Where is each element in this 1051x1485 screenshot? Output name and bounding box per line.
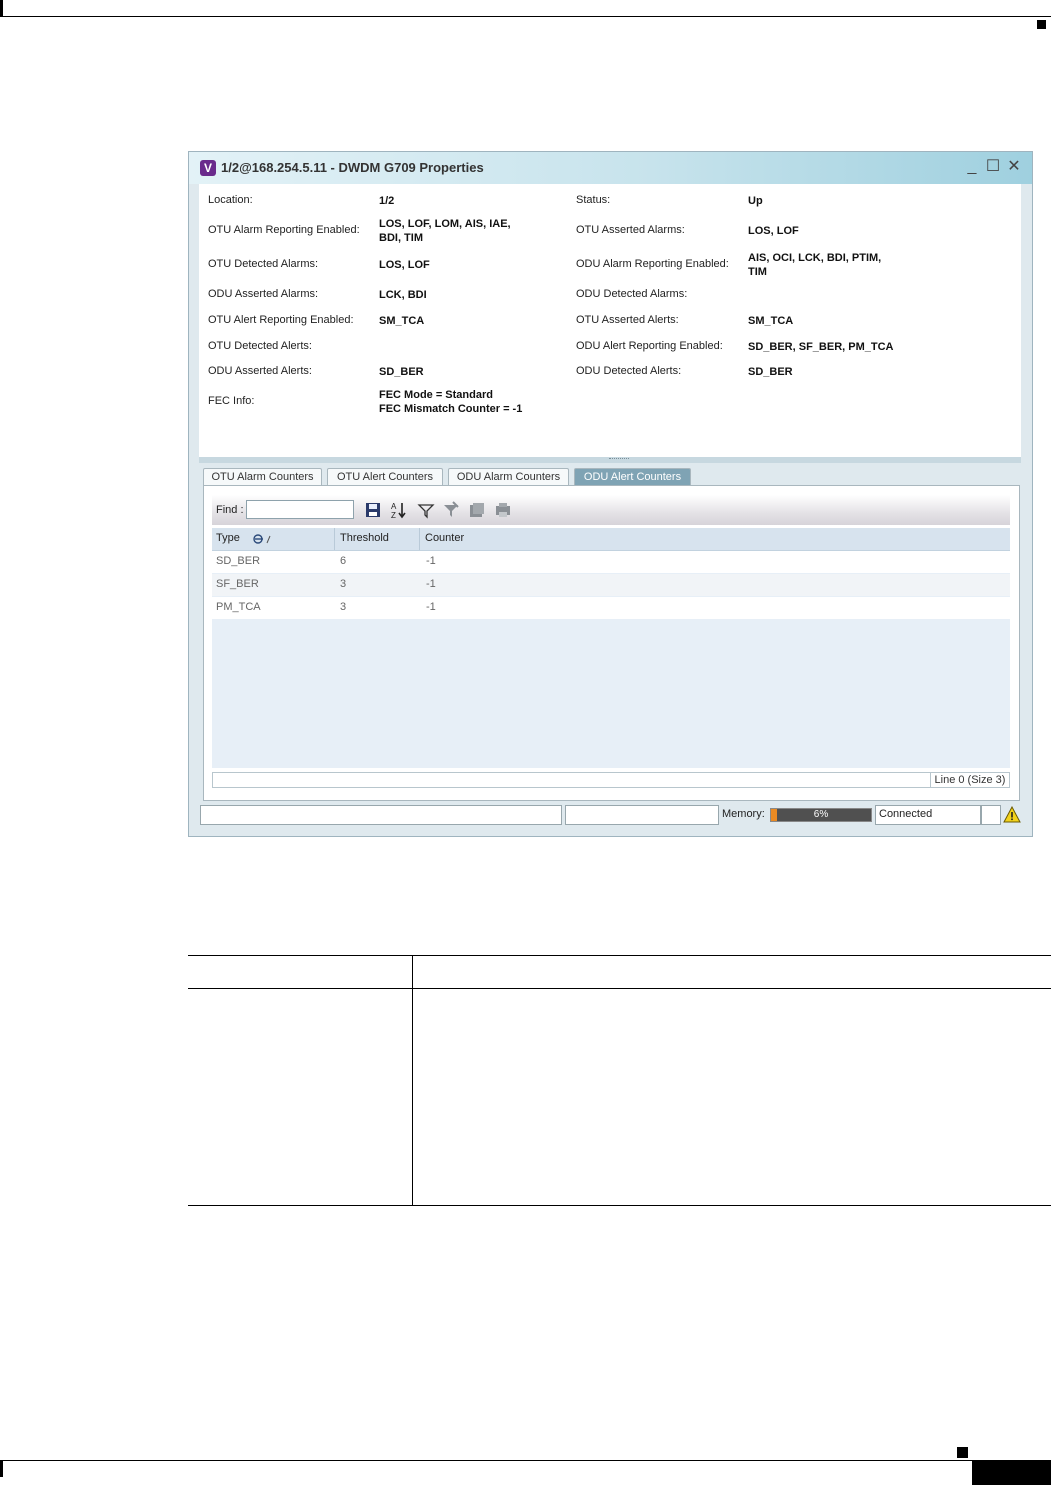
otu-detected-alarms-value: LOS, LOF [379,259,430,271]
sort-indicator-icon[interactable] [252,532,274,546]
filter-clear-icon[interactable] [442,501,460,519]
page-footer-square [957,1447,968,1458]
counters-panel: Find : A Z Type Threshold Counter SD_BER… [203,485,1020,801]
status-label: Status: [576,194,611,206]
odu-detected-alerts-label: ODU Detected Alerts: [576,365,682,377]
cell-type: SF_BER [216,578,259,590]
splitter-grip[interactable] [609,458,629,461]
odu-alarm-reporting-label: ODU Alarm Reporting Enabled: [576,258,729,270]
status-value: Up [748,195,763,207]
otu-alarm-reporting-label: OTU Alarm Reporting Enabled: [208,224,360,236]
table-header-rule [188,988,1051,989]
otu-asserted-alarms-label: OTU Asserted Alarms: [576,224,685,236]
close-icon[interactable]: ✕ [1005,158,1023,176]
cell-type: PM_TCA [216,601,261,613]
status-info-field [565,805,719,825]
tab-otu-alarm-counters[interactable]: OTU Alarm Counters [203,468,322,485]
cell-counter: -1 [426,601,436,613]
print-icon[interactable] [494,501,512,519]
memory-percent: 6% [813,809,829,820]
location-value: 1/2 [379,195,395,207]
odu-detected-alarms-label: ODU Detected Alarms: [576,288,688,300]
table-row[interactable]: SF_BER 3 -1 [212,574,1010,596]
cell-type: SD_BER [216,555,261,567]
column-header-counter[interactable]: Counter [425,532,464,544]
table-toolbar: Find : A Z [212,495,1010,525]
fec-info-label: FEC Info: [208,395,255,407]
memory-label: Memory: [722,808,765,820]
table-header: Type Threshold Counter [212,528,1010,551]
export-icon[interactable] [468,501,486,519]
otu-detected-alerts-label: OTU Detected Alerts: [208,340,312,352]
horizontal-scrollbar[interactable]: Line 0 (Size 3) [212,772,1010,788]
connection-status: Connected [879,808,933,820]
cell-threshold: 3 [340,601,347,613]
warning-icon[interactable] [1003,806,1021,824]
otu-alarm-reporting-value-2: BDI, TIM [379,232,423,244]
column-separator[interactable] [419,528,420,550]
panel-splitter[interactable] [199,457,1021,463]
tab-odu-alert-counters[interactable]: ODU Alert Counters [574,468,691,485]
odu-alarm-reporting-value-1: AIS, OCI, LCK, BDI, PTIM, [748,252,882,264]
app-logo-icon: V [200,160,216,176]
status-blank-field [981,805,1001,825]
table-column-divider [412,955,413,1205]
find-input[interactable] [246,500,354,519]
column-header-type[interactable]: Type [216,532,240,544]
svg-text:Z: Z [391,511,396,519]
page-number-block [972,1461,1051,1485]
odu-alarm-reporting-value-2: TIM [748,266,767,278]
counters-table: Type Threshold Counter SD_BER 6 -1 SF_BE… [212,528,1010,768]
odu-alert-reporting-label: ODU Alert Reporting Enabled: [576,340,723,352]
sort-az-icon[interactable]: A Z [390,501,408,519]
table-row[interactable]: SD_BER 6 -1 [212,551,1010,573]
otu-asserted-alerts-label: OTU Asserted Alerts: [576,314,679,326]
page-footer-mark [0,1461,3,1477]
page-corner-mark [1037,20,1046,29]
location-label: Location: [208,194,253,206]
save-icon[interactable] [364,501,382,519]
svg-text:A: A [391,502,397,511]
fec-mismatch-value: FEC Mismatch Counter = -1 [379,403,523,415]
odu-asserted-alerts-label: ODU Asserted Alerts: [208,365,312,377]
otu-detected-alarms-label: OTU Detected Alarms: [208,258,319,270]
filter-icon[interactable] [417,501,435,519]
page-header-rule [0,16,1051,17]
otu-alert-reporting-value: SM_TCA [379,315,425,327]
table-row[interactable]: PM_TCA 3 -1 [212,597,1010,619]
properties-window: V 1/2@168.254.5.11 - DWDM G709 Propertie… [188,151,1033,837]
window-titlebar[interactable]: V 1/2@168.254.5.11 - DWDM G709 Propertie… [189,152,1032,184]
fec-mode-value: FEC Mode = Standard [379,389,493,401]
tab-odu-alarm-counters[interactable]: ODU Alarm Counters [448,468,569,485]
odu-asserted-alerts-value: SD_BER [379,366,424,378]
odu-asserted-alarms-label: ODU Asserted Alarms: [208,288,319,300]
otu-asserted-alerts-value: SM_TCA [748,315,794,327]
column-separator[interactable] [334,528,335,550]
page-footer-rule [0,1460,1051,1461]
odu-detected-alerts-value: SD_BER [748,366,793,378]
window-title: 1/2@168.254.5.11 - DWDM G709 Properties [221,160,484,175]
page-header-mark [0,0,3,17]
find-label: Find : [216,504,244,516]
cell-threshold: 6 [340,555,347,567]
otu-alert-reporting-label: OTU Alert Reporting Enabled: [208,314,354,326]
properties-panel: Location: 1/2 OTU Alarm Reporting Enable… [199,184,1021,457]
minimize-icon[interactable]: _ [963,158,981,176]
column-header-threshold[interactable]: Threshold [340,532,389,544]
maximize-icon[interactable]: ☐ [984,158,1002,176]
line-info: Line 0 (Size 3) [930,773,1009,787]
cell-threshold: 3 [340,578,347,590]
tab-otu-alert-counters[interactable]: OTU Alert Counters [327,468,443,485]
odu-asserted-alarms-value: LCK, BDI [379,289,427,301]
otu-asserted-alarms-value: LOS, LOF [748,225,799,237]
cell-counter: -1 [426,555,436,567]
table-top-rule [188,955,1051,956]
table-bottom-rule [188,1205,1051,1206]
odu-alert-reporting-value: SD_BER, SF_BER, PM_TCA [748,341,894,353]
cell-counter: -1 [426,578,436,590]
otu-alarm-reporting-value-1: LOS, LOF, LOM, AIS, IAE, [379,218,511,230]
status-message-field [200,805,562,825]
memory-bar: 6% [770,808,872,822]
